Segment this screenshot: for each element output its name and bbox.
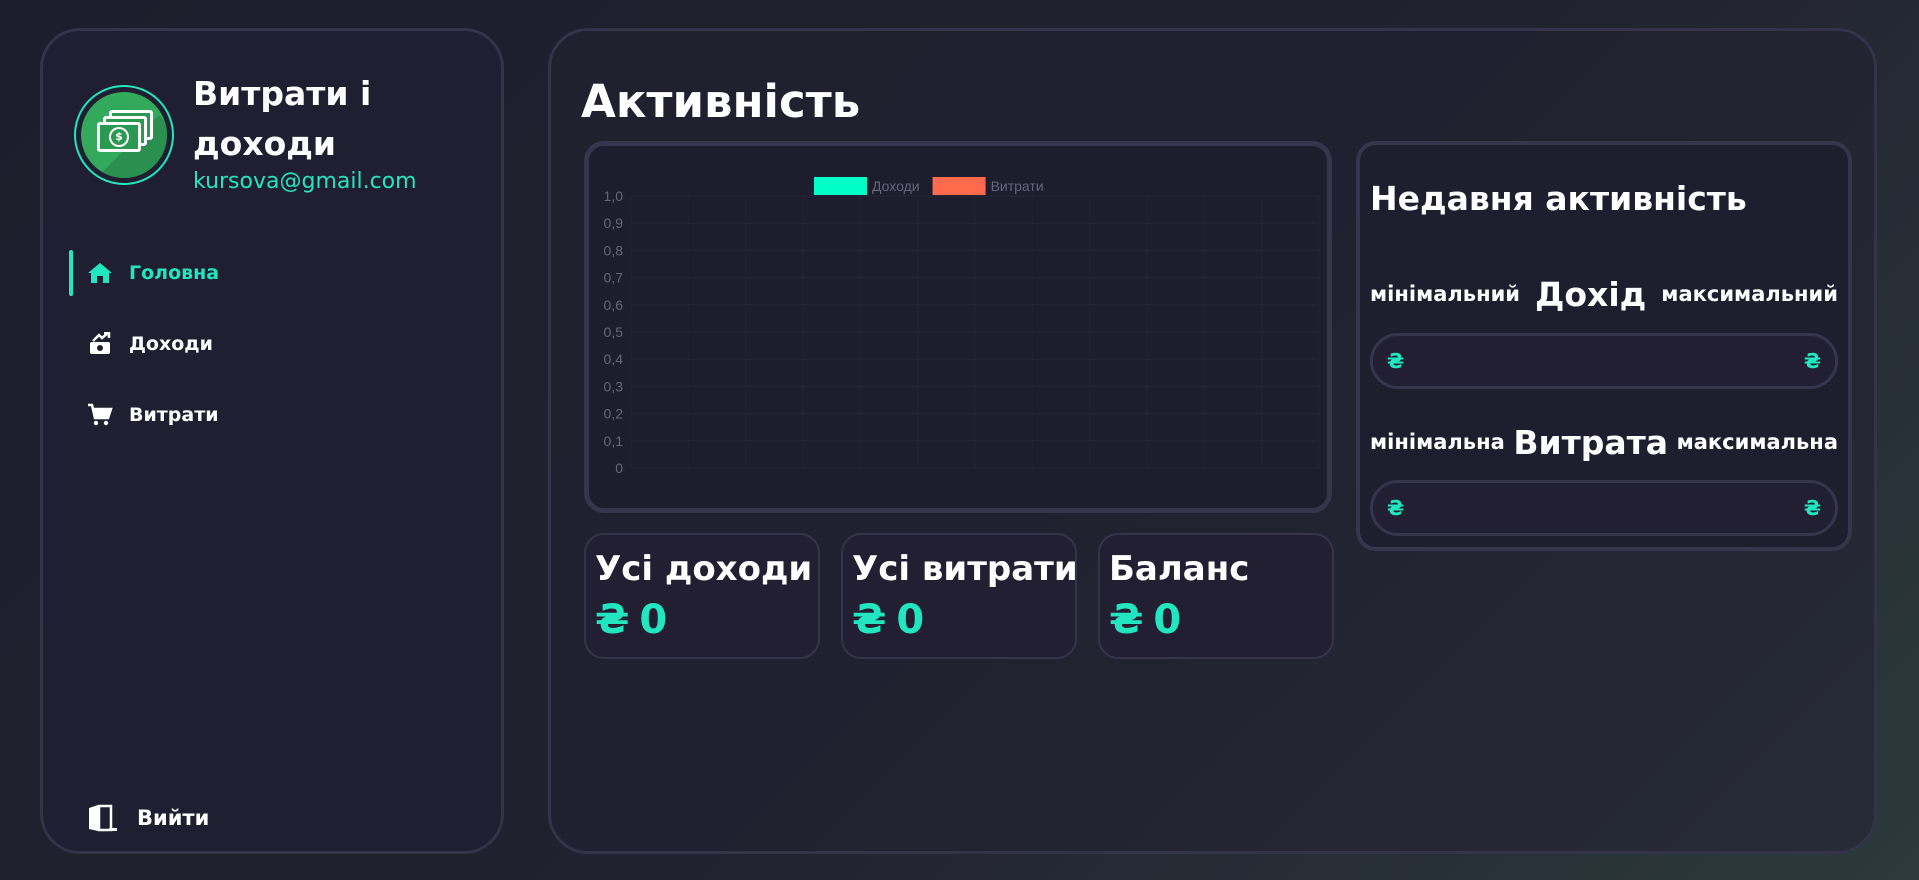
income-range-values: ₴ ₴: [1370, 333, 1838, 389]
y-tick-label: 0,4: [604, 351, 624, 367]
y-tick-label: 0,7: [604, 270, 624, 286]
stat-title: Усі доходи: [595, 549, 813, 589]
expense-range-header: мінімальна Витрата максимальна: [1370, 417, 1838, 467]
income-range-header: мінімальний Дохід максимальний: [1370, 269, 1838, 319]
y-tick-label: 0,9: [604, 215, 624, 231]
stat-value: ₴ 0: [595, 597, 667, 643]
y-tick-label: 0,6: [604, 297, 624, 313]
nav-item-label: Головна: [129, 262, 220, 284]
logout-button[interactable]: Вийти: [69, 795, 209, 841]
user-email: kursova@gmail.com: [193, 169, 417, 194]
expense-label: Витрата: [1513, 422, 1668, 462]
nav-item-income[interactable]: Доходи: [69, 321, 213, 367]
active-indicator: [69, 250, 73, 296]
y-tick-label: 0: [615, 460, 623, 476]
avatar: $: [74, 85, 174, 185]
income-max-label: максимальний: [1661, 282, 1838, 306]
expense-range-values: ₴ ₴: [1370, 480, 1838, 536]
money-hand-icon: [90, 332, 111, 354]
y-tick-label: 0,3: [604, 378, 624, 394]
stat-amount: 0: [639, 597, 668, 643]
hryvnia-icon: ₴: [1803, 349, 1821, 373]
expense-max-label: максимальна: [1676, 430, 1838, 454]
hryvnia-icon: ₴: [1803, 496, 1821, 520]
legend-label: Доходи: [872, 178, 920, 194]
legend-label: Витрати: [991, 178, 1044, 194]
sidebar: $ Витрати і доходи kursova@gmail.com Гол…: [40, 28, 504, 854]
stat-card-total-expenses: Усі витрати ₴ 0: [841, 533, 1078, 659]
y-tick-label: 1,0: [604, 188, 624, 204]
nav-item-label: Доходи: [129, 333, 213, 355]
y-tick-label: 0,1: [604, 433, 624, 449]
hryvnia-icon: ₴: [852, 597, 887, 643]
hryvnia-icon: ₴: [1387, 496, 1405, 520]
home-icon: [88, 263, 112, 283]
money-icon: $: [81, 92, 167, 178]
income-label: Дохід: [1535, 274, 1647, 314]
stat-amount: 0: [1153, 597, 1182, 643]
hryvnia-icon: ₴: [1109, 597, 1144, 643]
expense-min-label: мінімальна: [1370, 430, 1505, 454]
main-panel: Активність 0 0,1 0,2 0,3 0,4 0,5 0,6 0,7 0,8 0,9 1…: [548, 28, 1877, 854]
hryvnia-icon: ₴: [1387, 349, 1405, 373]
legend-swatch: [814, 177, 867, 195]
logout-door-icon: [89, 804, 117, 832]
income-min-label: мінімальний: [1370, 282, 1521, 306]
stat-amount: 0: [896, 597, 925, 643]
nav-item-label: Витрати: [129, 404, 219, 426]
recent-activity-title: Недавня активність: [1370, 179, 1747, 218]
page-title: Активність: [581, 75, 861, 128]
hryvnia-icon: ₴: [595, 597, 630, 643]
nav-item-expenses[interactable]: Витрати: [69, 392, 219, 438]
stat-value: ₴ 0: [1109, 597, 1181, 643]
stat-card-total-income: Усі доходи ₴ 0: [584, 533, 820, 659]
nav-item-home[interactable]: Головна: [69, 250, 219, 296]
stat-title: Баланс: [1109, 549, 1250, 589]
stat-card-balance: Баланс ₴ 0: [1098, 533, 1334, 659]
stat-value: ₴ 0: [852, 597, 924, 643]
app-title: Витрати і доходи: [193, 74, 372, 163]
legend-swatch: [932, 177, 986, 195]
y-tick-label: 0,5: [604, 324, 624, 340]
recent-activity-card: Недавня активність мінімальний Дохід мак…: [1356, 141, 1852, 551]
cart-icon: [88, 403, 113, 426]
logout-label: Вийти: [137, 806, 210, 830]
stat-title: Усі витрати: [852, 549, 1078, 589]
y-tick-label: 0,8: [604, 242, 624, 258]
chart-canvas: 0 0,1 0,2 0,3 0,4 0,5 0,6 0,7 0,8 0,9 1,0 Доходи Вит…: [604, 177, 1320, 476]
y-tick-label: 0,2: [604, 406, 624, 422]
activity-chart: 0 0,1 0,2 0,3 0,4 0,5 0,6 0,7 0,8 0,9 1,0 Доходи Вит…: [584, 141, 1332, 513]
